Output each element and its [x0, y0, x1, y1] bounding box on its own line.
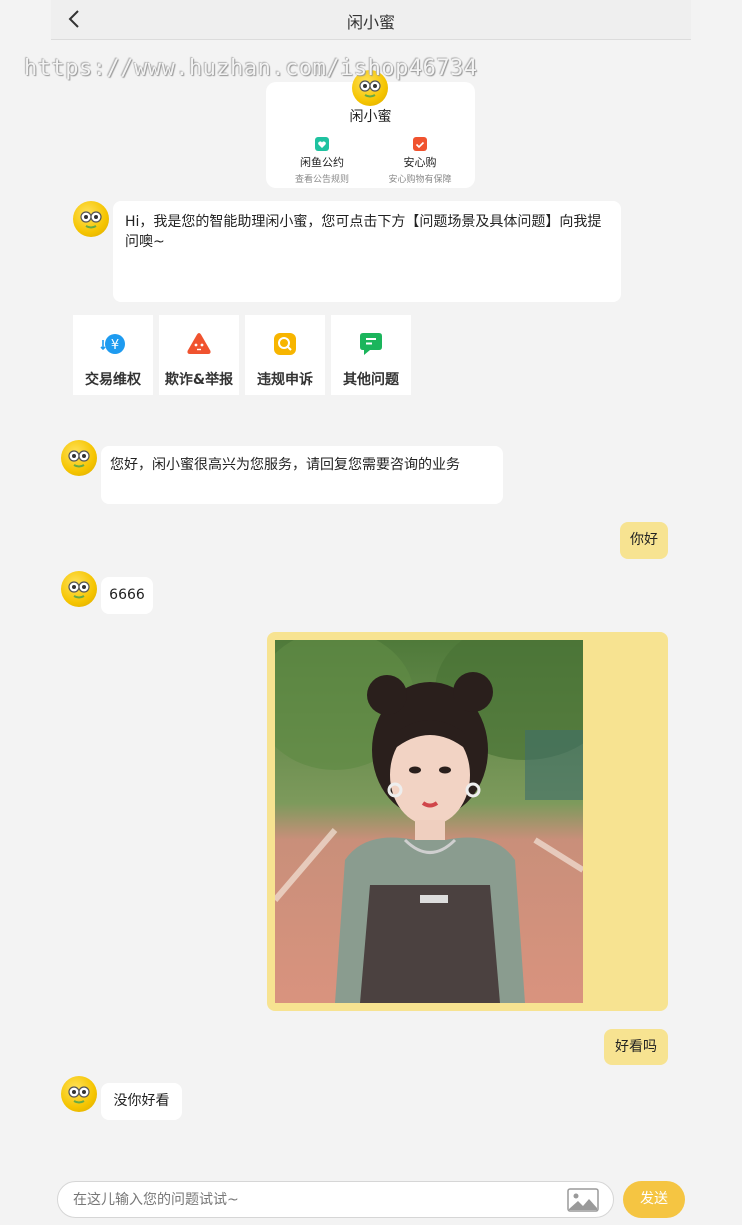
card-item-subtitle: 安心购物有保障 [388, 175, 452, 185]
card-item-convention[interactable]: 闲鱼公约 查看公告规则 [272, 137, 372, 185]
user-image-message[interactable] [267, 632, 668, 1011]
tile-label: 违规申诉 [257, 372, 313, 388]
heart-badge-icon [315, 137, 329, 151]
photo-icon[interactable] [275, 640, 583, 1003]
svg-text:¥: ¥ [111, 338, 119, 353]
tile-label: 交易维权 [85, 372, 141, 388]
message-input[interactable] [71, 1188, 555, 1212]
assistant-avatar [61, 440, 97, 476]
assistant-avatar [73, 201, 109, 237]
assistant-name: 闲小蜜 [349, 109, 392, 125]
chat-note-icon [360, 333, 382, 355]
tile-label: 其他问题 [343, 372, 399, 388]
top-bar: 闲小蜜 [51, 0, 691, 40]
send-button[interactable]: 发送 [623, 1181, 685, 1218]
tile-violation-appeal[interactable]: 违规申诉 [245, 315, 325, 395]
user-message-pretty: 好看吗 [604, 1029, 668, 1065]
card-item-secure-buy[interactable]: 安心购 安心购物有保障 [370, 137, 470, 185]
warning-triangle-icon [187, 333, 211, 354]
message-input-bar [57, 1181, 614, 1218]
tile-other-questions[interactable]: 其他问题 [331, 315, 411, 395]
card-item-title: 安心购 [403, 156, 437, 169]
page-title: 闲小蜜 [346, 13, 395, 32]
bot-message-greeting: 您好，闲小蜜很高兴为您服务，请回复您需要咨询的业务 [101, 446, 503, 504]
tile-trade-rights[interactable]: ¥ 交易维权 [73, 315, 153, 395]
bot-message-6666: 6666 [101, 577, 153, 614]
bot-message-reply: 没你好看 [101, 1083, 182, 1120]
assistant-avatar [61, 1076, 97, 1112]
image-upload-icon[interactable] [567, 1188, 599, 1212]
assistant-avatar [352, 70, 388, 106]
card-item-subtitle: 查看公告规则 [294, 175, 349, 185]
watermark-text: https://www.huzhan.com/ishop46734 [24, 56, 478, 81]
shield-check-icon [413, 137, 427, 151]
user-message-hello: 你好 [620, 522, 668, 559]
assistant-avatar [61, 571, 97, 607]
search-doc-icon [274, 333, 296, 355]
yen-exchange-icon: ¥ [100, 334, 125, 354]
assistant-profile-card: 闲小蜜 闲鱼公约 查看公告规则 安心购 安心购物有保障 [266, 70, 475, 188]
card-item-title: 闲鱼公约 [300, 156, 344, 169]
bot-message-intro: Hi，我是您的智能助理闲小蜜，您可点击下方【问题场景及具体问题】向我提问噢~ [113, 201, 621, 302]
tile-fraud-report[interactable]: 欺诈&举报 [159, 315, 239, 395]
tile-label: 欺诈&举报 [164, 372, 234, 388]
